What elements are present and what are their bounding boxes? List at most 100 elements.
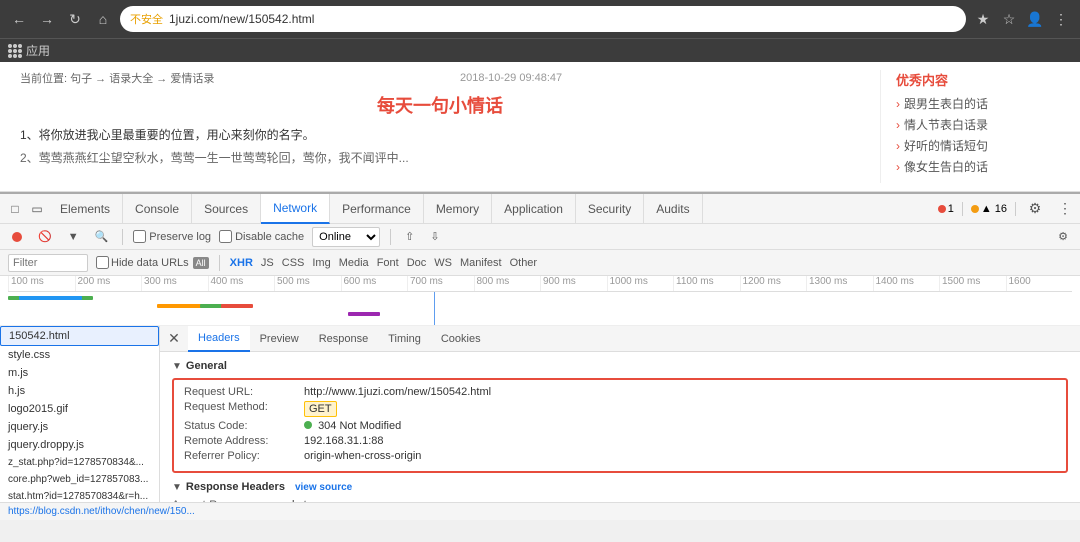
menu-button[interactable]: ⋮ xyxy=(1050,8,1072,30)
details-tab-response[interactable]: Response xyxy=(309,326,379,352)
disable-cache-input[interactable] xyxy=(219,230,232,243)
back-button[interactable]: ← xyxy=(8,8,30,30)
file-item-8[interactable]: core.php?web_id=127857083... xyxy=(0,471,159,488)
url-text: 1juzi.com/new/150542.html xyxy=(169,12,314,26)
page-content: 当前位置: 句子 → 语录大全 → 爱情话录 每天一句小情话 1、将你放进我心里… xyxy=(0,62,1080,192)
filter-img[interactable]: Img xyxy=(312,257,330,269)
status-code-val: 304 Not Modified xyxy=(304,420,401,432)
request-url-key: Request URL: xyxy=(184,386,304,398)
network-throttle-select[interactable]: Online Fast 3G Slow 3G Offline xyxy=(312,227,380,247)
apps-label: 应用 xyxy=(26,42,50,59)
bottom-bar: https://blog.csdn.net/ithov/chen/new/150… xyxy=(0,502,1080,520)
settings-network-btn[interactable]: ⚙ xyxy=(1054,228,1072,245)
filter-input[interactable] xyxy=(8,254,88,272)
sidebar-link-1[interactable]: 跟男生表白的话 xyxy=(896,95,1060,112)
reload-button[interactable]: ↻ xyxy=(64,8,86,30)
star-button[interactable]: ☆ xyxy=(998,8,1020,30)
file-item-4[interactable]: logo2015.gif xyxy=(0,400,159,418)
filter-row: Hide data URLs All XHR JS CSS Img Media … xyxy=(0,250,1080,276)
details-tab-cookies[interactable]: Cookies xyxy=(431,326,491,352)
hide-data-urls-checkbox[interactable] xyxy=(96,256,109,269)
devtools-inspect-btn[interactable]: □ xyxy=(4,198,26,220)
filter-font[interactable]: Font xyxy=(377,257,399,269)
details-tab-headers[interactable]: Headers xyxy=(188,326,250,352)
devtools-menu-btn[interactable]: ⋮ xyxy=(1054,198,1076,220)
general-section-header[interactable]: ▼ General xyxy=(172,360,1068,372)
tick-100: 100 ms xyxy=(8,276,75,291)
timeline-ruler: 100 ms 200 ms 300 ms 400 ms 500 ms 600 m… xyxy=(8,276,1072,292)
file-item-1[interactable]: style.css xyxy=(0,346,159,364)
tab-security[interactable]: Security xyxy=(576,194,644,224)
filter-xhr[interactable]: XHR xyxy=(230,257,253,269)
tick-800: 800 ms xyxy=(474,276,541,291)
tab-elements[interactable]: Elements xyxy=(48,194,123,224)
disable-cache-checkbox[interactable]: Disable cache xyxy=(219,230,304,243)
tick-1500: 1500 ms xyxy=(939,276,1006,291)
import-btn[interactable]: ⇧ xyxy=(401,228,418,245)
address-bar[interactable]: 不安全 1juzi.com/new/150542.html xyxy=(120,6,966,32)
accept-ranges-row: Accept-Ranges: bytes xyxy=(172,499,1068,502)
bookmark-button[interactable]: ★ xyxy=(972,8,994,30)
devtools-settings-btn[interactable]: ⚙ xyxy=(1024,198,1046,220)
warning-badge: ▲ 16 xyxy=(971,203,1007,215)
filter-manifest[interactable]: Manifest xyxy=(460,257,502,269)
preserve-log-input[interactable] xyxy=(133,230,146,243)
disable-cache-label: Disable cache xyxy=(235,231,304,243)
remote-address-row: Remote Address: 192.168.31.1:88 xyxy=(184,435,1056,447)
export-btn[interactable]: ⇩ xyxy=(426,228,443,245)
profile-button[interactable]: 👤 xyxy=(1024,8,1046,30)
file-item-6[interactable]: jquery.droppy.js xyxy=(0,436,159,454)
file-item-5[interactable]: jquery.js xyxy=(0,418,159,436)
tab-application[interactable]: Application xyxy=(492,194,576,224)
details-tab-timing[interactable]: Timing xyxy=(378,326,431,352)
details-close-btn[interactable]: ✕ xyxy=(164,329,184,349)
sidebar-link-2[interactable]: 情人节表白话录 xyxy=(896,116,1060,133)
filter-ws[interactable]: WS xyxy=(434,257,452,269)
sidebar-title: 优秀内容 xyxy=(896,70,1060,89)
page-main: 当前位置: 句子 → 语录大全 → 爱情话录 每天一句小情话 1、将你放进我心里… xyxy=(20,70,860,183)
page-sidebar: 优秀内容 跟男生表白的话 情人节表白话录 好听的情话短句 像女生告白的话 xyxy=(880,70,1060,183)
error-badge: 1 xyxy=(938,203,954,215)
home-button[interactable]: ⌂ xyxy=(92,8,114,30)
filter-doc[interactable]: Doc xyxy=(407,257,427,269)
tab-sources[interactable]: Sources xyxy=(192,194,261,224)
general-title: General xyxy=(186,360,227,372)
error-count: 1 xyxy=(948,203,954,215)
filter-media[interactable]: Media xyxy=(339,257,369,269)
tab-console[interactable]: Console xyxy=(123,194,192,224)
tick-900: 900 ms xyxy=(540,276,607,291)
preserve-log-label: Preserve log xyxy=(149,231,211,243)
file-item-3[interactable]: h.js xyxy=(0,382,159,400)
file-item-9[interactable]: stat.htm?id=1278570834&r=h... xyxy=(0,488,159,502)
file-item-0[interactable]: 150542.html xyxy=(0,326,159,346)
view-source-link[interactable]: view source xyxy=(295,482,352,493)
tick-600: 600 ms xyxy=(341,276,408,291)
file-item-2[interactable]: m.js xyxy=(0,364,159,382)
filter-js[interactable]: JS xyxy=(261,257,274,269)
insecure-badge: 不安全 xyxy=(130,11,163,27)
filter-other[interactable]: Other xyxy=(510,257,538,269)
search-btn[interactable]: 🔍 xyxy=(91,228,113,245)
tick-400: 400 ms xyxy=(208,276,275,291)
devtools-device-btn[interactable]: ▭ xyxy=(26,198,48,220)
tab-audits[interactable]: Audits xyxy=(644,194,702,224)
tick-700: 700 ms xyxy=(407,276,474,291)
sidebar-link-4[interactable]: 像女生告白的话 xyxy=(896,158,1060,175)
browser-chrome: ← → ↻ ⌂ 不安全 1juzi.com/new/150542.html ★ … xyxy=(0,0,1080,38)
filter-css[interactable]: CSS xyxy=(282,257,305,269)
forward-button[interactable]: → xyxy=(36,8,58,30)
record-btn[interactable] xyxy=(8,230,26,244)
apps-button[interactable]: 应用 xyxy=(8,42,50,59)
details-tab-preview[interactable]: Preview xyxy=(250,326,309,352)
file-item-7[interactable]: z_stat.php?id=1278570834&... xyxy=(0,454,159,471)
request-method-val: GET xyxy=(304,401,337,417)
preserve-log-checkbox[interactable]: Preserve log xyxy=(133,230,211,243)
filter-btn[interactable]: ▼ xyxy=(64,229,83,245)
sidebar-link-3[interactable]: 好听的情话短句 xyxy=(896,137,1060,154)
response-headers-section-header[interactable]: ▼ Response Headers view source xyxy=(172,481,1068,493)
tab-network[interactable]: Network xyxy=(261,194,330,224)
tab-memory[interactable]: Memory xyxy=(424,194,492,224)
hide-data-urls-label[interactable]: Hide data URLs All xyxy=(96,256,209,269)
tab-performance[interactable]: Performance xyxy=(330,194,424,224)
clear-btn[interactable]: 🚫 xyxy=(34,228,56,245)
